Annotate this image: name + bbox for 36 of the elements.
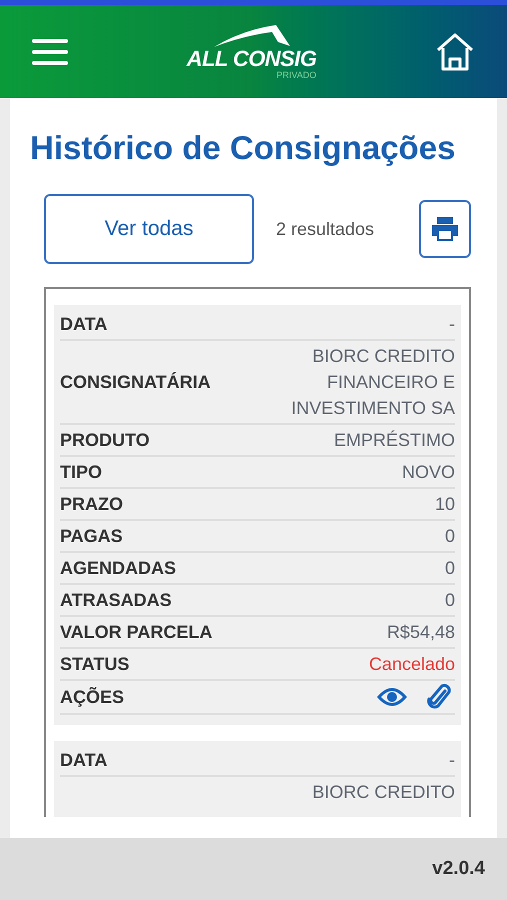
field-label: TIPO — [60, 461, 102, 484]
field-label: PRAZO — [60, 493, 123, 516]
field-label: AÇÕES — [60, 686, 124, 709]
field-value: R$54,48 — [386, 621, 455, 644]
field-value: BIORC CREDITO — [312, 781, 455, 804]
field-label: VALOR PARCELA — [60, 621, 212, 644]
field-label: AGENDADAS — [60, 557, 176, 580]
field-label: ATRASADAS — [60, 589, 172, 612]
field-label: DATA — [60, 313, 108, 336]
logo-subtitle: PRIVADO — [276, 70, 316, 80]
printer-icon — [431, 216, 459, 242]
page-title: Histórico de Consignações — [30, 128, 456, 168]
field-value: NOVO — [402, 461, 455, 484]
field-label: PAGAS — [60, 525, 123, 548]
field-value: EMPRÉSTIMO — [334, 429, 455, 452]
field-label: DATA — [60, 749, 108, 772]
paperclip-icon[interactable] — [427, 683, 451, 711]
field-value: - — [449, 749, 455, 772]
field-value: 0 — [444, 525, 455, 548]
eye-icon[interactable] — [377, 686, 407, 708]
field-label: PRODUTO — [60, 429, 150, 452]
field-value: 0 — [444, 589, 455, 612]
status-value: Cancelado — [368, 653, 455, 676]
results-count: 2 resultados — [276, 218, 374, 240]
field-value: BIORC CREDITO FINANCEIRO E INVESTIMENTO SA — [290, 345, 455, 420]
field-label: CONSIGNATÁRIA — [60, 371, 211, 394]
field-value: 0 — [444, 557, 455, 580]
logo-text: ALL CONSIG — [186, 48, 316, 70]
print-button[interactable] — [419, 200, 471, 258]
field-value: - — [449, 313, 455, 336]
view-all-button[interactable]: Ver todas — [44, 194, 254, 264]
menu-icon[interactable] — [32, 38, 68, 66]
version-label: v2.0.4 — [432, 856, 485, 881]
home-icon[interactable] — [435, 32, 475, 72]
field-label: STATUS — [60, 653, 130, 676]
field-value: 10 — [434, 493, 455, 516]
